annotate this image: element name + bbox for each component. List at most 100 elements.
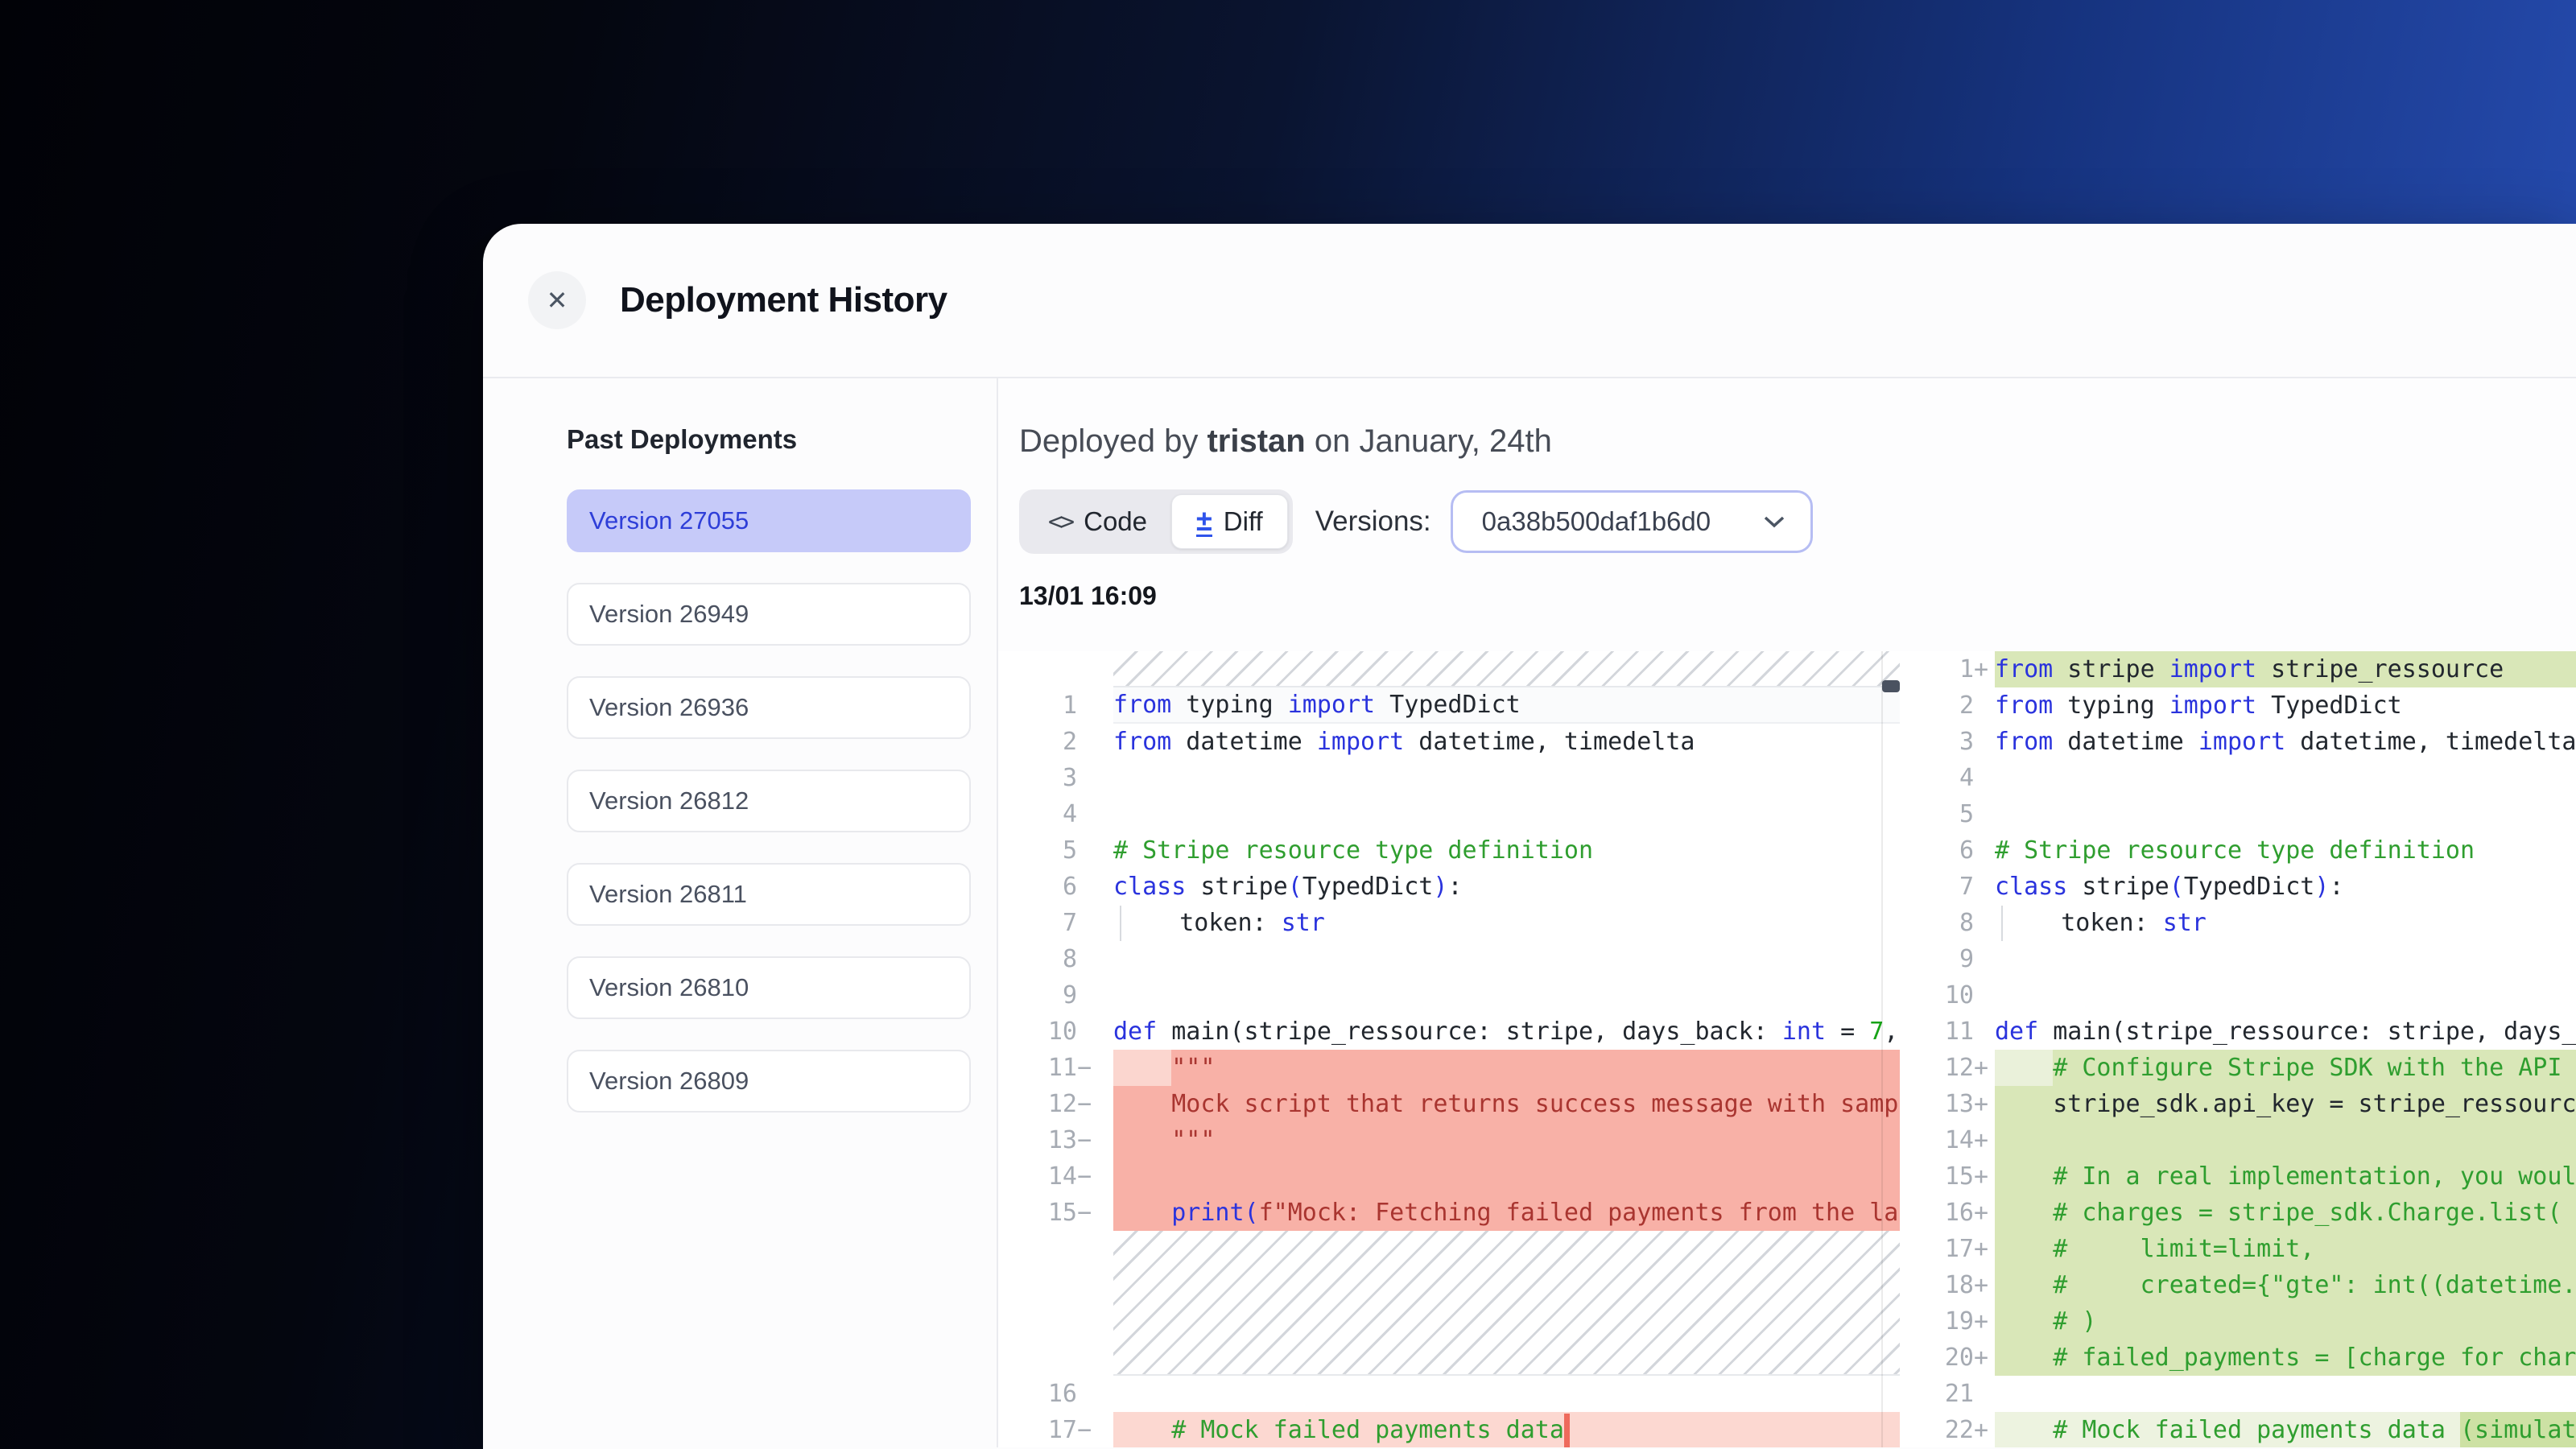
diff-sign — [1077, 651, 1095, 687]
code-line: """ — [1113, 1050, 1900, 1086]
modal-header: ✕ Deployment History — [483, 224, 2576, 378]
diff-pane-new[interactable]: 1+from stripe import stripe_ressource2fr… — [1924, 651, 2576, 1447]
code-token: token: — [1121, 905, 1282, 941]
code-token: # limit=limit, — [2053, 1231, 2314, 1267]
code-line: # created={"gte": int((datetime.no — [1995, 1267, 2576, 1303]
diff-row: 11def main(stripe_ressource: stripe, day… — [1924, 1013, 2576, 1050]
code-token: import — [1288, 687, 1375, 723]
code-token: import — [2198, 724, 2285, 760]
sidebar-heading: Past Deployments — [567, 425, 997, 454]
code-token: class — [1995, 869, 2067, 905]
line-number — [998, 651, 1077, 687]
code-token — [1113, 1050, 1171, 1086]
deployment-detail: Deployed by tristan on January, 24th <> … — [998, 378, 2576, 1447]
diff-sign: + — [1974, 1231, 1992, 1267]
code-token: : — [1447, 869, 1462, 905]
diff-sign — [1077, 832, 1095, 869]
code-token: from — [1113, 724, 1171, 760]
tab-diff-label: Diff — [1224, 506, 1263, 537]
version-list-item[interactable]: Version 26812 — [567, 770, 971, 832]
diff-sign — [1974, 869, 1992, 905]
code-token: import — [2169, 687, 2256, 724]
code-token: datetime, timedelta — [2285, 724, 2576, 760]
version-list-item[interactable]: Version 26811 — [567, 863, 971, 926]
line-number: 19 — [1924, 1303, 1974, 1340]
version-list-item[interactable]: Version 26949 — [567, 583, 971, 646]
code-token: stripe — [1186, 869, 1287, 905]
diff-row: 18+ # created={"gte": int((datetime.no — [1924, 1267, 2576, 1303]
diff-row: 13+ stripe_sdk.api_key = stripe_ressourc… — [1924, 1086, 2576, 1122]
code-icon: <> — [1048, 508, 1072, 536]
line-number: 3 — [1924, 724, 1974, 760]
code-line — [1995, 977, 2576, 1013]
deployment-history-modal: ✕ Deployment History Past Deployments Ve… — [483, 224, 2576, 1449]
close-button[interactable]: ✕ — [528, 271, 586, 329]
code-token — [1995, 1340, 2053, 1376]
code-token — [1113, 1195, 1171, 1231]
line-number: 10 — [998, 1013, 1077, 1050]
version-list-item[interactable]: Version 26809 — [567, 1050, 971, 1113]
code-token: TypedDict — [2256, 687, 2402, 724]
line-number: 22 — [1924, 1412, 1974, 1447]
code-token: f"Mock: Fetching failed payments from th… — [1259, 1195, 1900, 1231]
code-token: # In a real implementation, you would — [2053, 1158, 2576, 1195]
diff-row: 4 — [1924, 760, 2576, 796]
diff-row: 5 — [1924, 796, 2576, 832]
code-token: ) — [2314, 869, 2329, 905]
code-token: stripe_sdk.api_key = stripe_ressource — [1995, 1086, 2576, 1122]
code-line: # Mock failed payments data — [1113, 1412, 1900, 1447]
code-token: int — [1782, 1013, 1826, 1050]
code-line: class stripe(TypedDict): — [1995, 869, 2576, 905]
code-line: # failed_payments = [charge for charge — [1995, 1340, 2576, 1376]
diff-sign: + — [1974, 1340, 1992, 1376]
code-line: # limit=limit, — [1995, 1231, 2576, 1267]
line-number: 12 — [998, 1086, 1077, 1122]
diff-sign — [1077, 760, 1095, 796]
version-dropdown[interactable]: 0a38b500daf1b6d0 — [1451, 490, 1813, 553]
code-line: """ — [1113, 1122, 1900, 1158]
diff-row: 22+ # Mock failed payments data (simulat… — [1924, 1412, 2576, 1447]
tab-code[interactable]: <> Code — [1024, 494, 1171, 549]
scrollbar-thumb[interactable] — [1882, 680, 1900, 692]
code-line — [1113, 760, 1900, 796]
diff-sign — [1974, 760, 1992, 796]
code-line — [1113, 941, 1900, 977]
code-line: def main(stripe_ressource: stripe, days_… — [1995, 1013, 2576, 1050]
diff-sign: + — [1974, 1267, 1992, 1303]
diff-row: 17+ # limit=limit, — [1924, 1231, 2576, 1267]
diff-row: 5# Stripe resource type definition — [998, 832, 1900, 869]
diff-sign — [1974, 724, 1992, 760]
diff-sign — [1077, 1376, 1095, 1412]
code-token: print( — [1171, 1195, 1258, 1231]
code-token: (simulated — [2460, 1412, 2576, 1447]
diff-sign — [1077, 724, 1095, 760]
code-token: token: — [2003, 905, 2163, 941]
line-number: 2 — [1924, 687, 1974, 724]
diff-row: 6class stripe(TypedDict): — [998, 869, 1900, 905]
version-list-item[interactable]: Version 27055 — [567, 489, 971, 552]
code-token — [1113, 1086, 1171, 1122]
line-number: 12 — [1924, 1050, 1974, 1086]
diff-row: 16+ # charges = stripe_sdk.Charge.list( — [1924, 1195, 2576, 1231]
diff-sign — [1974, 687, 1992, 724]
diff-row — [998, 1231, 1900, 1376]
code-token — [1995, 1050, 2053, 1086]
code-line: class stripe(TypedDict): — [1113, 869, 1900, 905]
diff-row: 3 — [998, 760, 1900, 796]
code-token: # charges = stripe_sdk.Charge.list( — [2053, 1195, 2562, 1231]
code-token: str — [2163, 905, 2207, 941]
diff-row: 13− """ — [998, 1122, 1900, 1158]
version-list-item[interactable]: Version 26936 — [567, 676, 971, 739]
code-line: # Stripe resource type definition — [1113, 832, 1900, 869]
version-list-item[interactable]: Version 26810 — [567, 956, 971, 1019]
diff-sign — [1974, 905, 1992, 941]
code-token: from — [1113, 687, 1171, 723]
code-token: def — [1995, 1013, 2038, 1050]
code-token: typing — [2053, 687, 2169, 724]
tab-diff[interactable]: ± Diff — [1171, 494, 1288, 549]
code-token: main(stripe_ressource: stripe, days_back… — [1157, 1013, 1782, 1050]
diff-pane-old[interactable]: 1from typing import TypedDict2from datet… — [998, 651, 1900, 1447]
code-line — [1995, 941, 2576, 977]
code-token: from — [1995, 687, 2053, 724]
close-icon: ✕ — [547, 285, 568, 316]
